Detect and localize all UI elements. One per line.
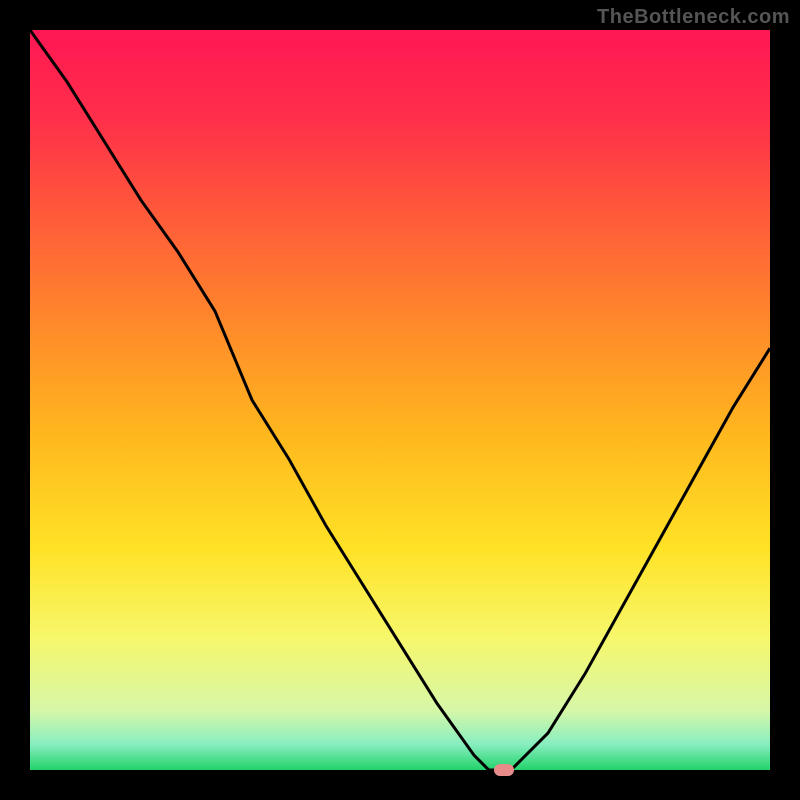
gradient-background [30, 30, 770, 770]
plot-area [30, 30, 770, 770]
watermark-text: TheBottleneck.com [597, 6, 790, 29]
optimal-point-marker [494, 764, 514, 776]
chart-container: TheBottleneck.com [0, 0, 800, 800]
